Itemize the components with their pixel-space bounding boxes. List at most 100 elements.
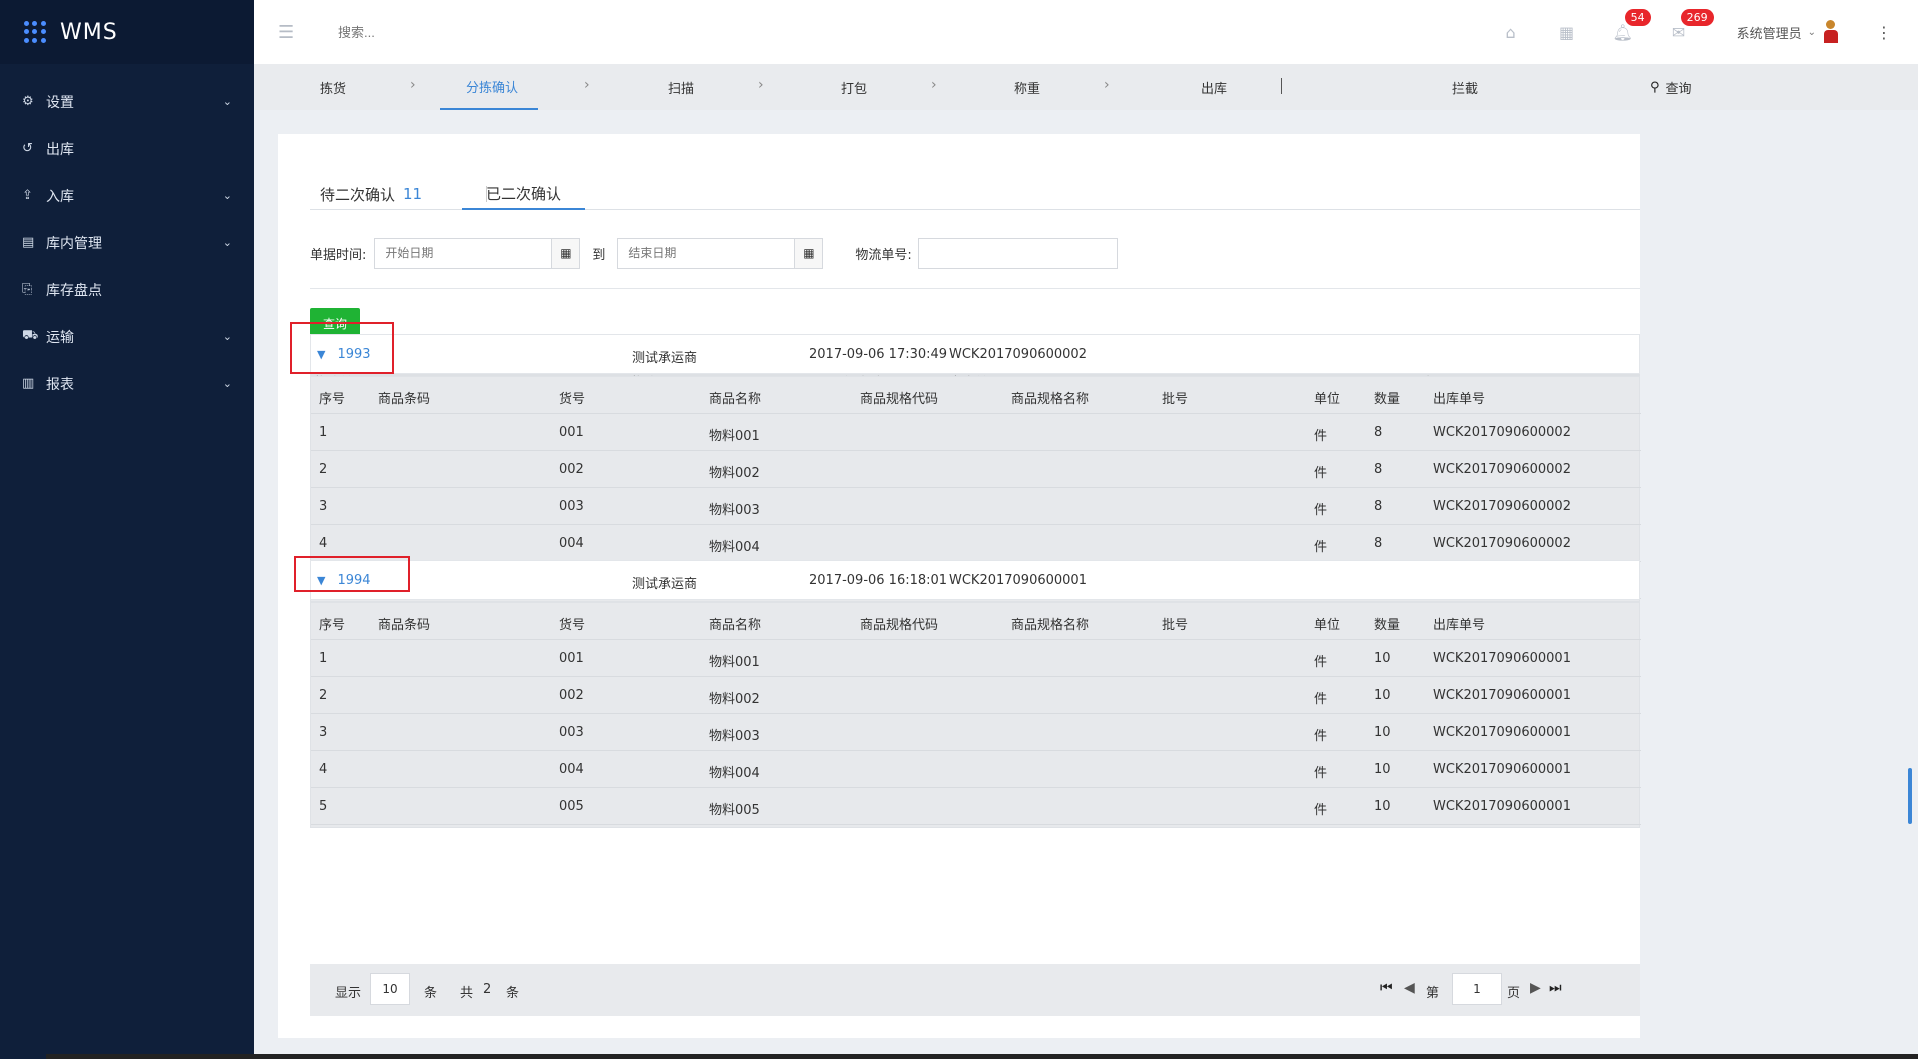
table-row[interactable]: 2 002 物料002 件 10 WCK2017090600001 <box>311 677 1641 714</box>
cell-seq: 4 <box>319 536 328 551</box>
chevron-right-icon: › <box>931 77 937 93</box>
truck-icon: ⛟ <box>22 328 39 343</box>
order-created: 2017-09-06 17:30:49 <box>809 347 948 362</box>
chevron-down-icon: ⌄ <box>222 236 232 249</box>
first-page-icon[interactable]: ⏮ <box>1380 980 1393 996</box>
user-menu[interactable]: 系统管理员 ⌄ <box>1737 20 1840 44</box>
more-vertical-icon[interactable]: ⋮ <box>1876 23 1892 42</box>
page-number-input[interactable]: 1 <box>1452 973 1502 1005</box>
sidebar-item-label: 报表 <box>46 376 74 393</box>
next-page-icon[interactable]: ▶ <box>1530 980 1541 996</box>
cell-sku: 002 <box>559 688 584 703</box>
search-input[interactable] <box>338 24 578 40</box>
sidebar-item-label: 库存盘点 <box>46 282 102 299</box>
bar-chart-icon: ▥ <box>22 376 35 391</box>
tab-bar: 待二次确认 11 已二次确认 <box>310 178 1640 210</box>
table-row[interactable]: 2 002 物料002 件 8 WCK2017090600002 <box>311 451 1641 488</box>
sidebar-item-6[interactable]: ▥ 报表 ⌄ <box>0 360 254 407</box>
chevron-right-icon: › <box>1104 77 1110 93</box>
sidebar-item-0[interactable]: ⚙ 设置 ⌄ <box>0 78 254 125</box>
chevron-down-icon: ⌄ <box>222 95 232 108</box>
items-col-header: 商品规格名称 <box>1011 392 1090 407</box>
home-icon[interactable]: ⌂ <box>1483 23 1539 42</box>
app-logo[interactable]: WMS <box>0 0 254 64</box>
to-label: 到 <box>592 247 606 263</box>
cell-order: WCK2017090600002 <box>1433 536 1571 551</box>
calendar-icon[interactable]: ▦ <box>551 238 580 268</box>
end-date-input[interactable] <box>618 238 795 268</box>
table-row[interactable]: 4 004 物料004 件 10 WCK2017090600001 <box>311 751 1641 788</box>
tab-pending[interactable]: 待二次确认 11 <box>320 178 422 210</box>
user-name: 系统管理员 <box>1736 26 1802 42</box>
page-size-input[interactable]: 10 <box>370 973 410 1005</box>
bell-icon[interactable]: 🔔︎ 54 <box>1595 8 1651 42</box>
chevron-down-icon: ⌄ <box>222 330 232 343</box>
sidebar-item-1[interactable]: ↺ 出库 <box>0 125 254 172</box>
step-query-link[interactable]: ⚲ 查询 <box>1650 78 1692 97</box>
prev-page-icon[interactable]: ◀ <box>1404 980 1415 996</box>
mail-icon[interactable]: ✉ 269 <box>1651 8 1714 42</box>
outbound-icon: ↺ <box>22 141 33 156</box>
table-row[interactable]: 3 003 物料003 件 10 WCK2017090600001 <box>311 714 1641 751</box>
menu-toggle-icon[interactable]: ☰ <box>278 22 298 43</box>
step-pick[interactable]: 拣货 <box>320 64 346 110</box>
warehouse-icon: ▤ <box>22 235 35 250</box>
avatar <box>1822 20 1840 44</box>
step-intercept[interactable]: 拦截 <box>1452 64 1478 110</box>
sidebar-item-3[interactable]: ▤ 库内管理 ⌄ <box>0 219 254 266</box>
sidebar-item-4[interactable]: ⎘ 库存盘点 <box>0 266 254 313</box>
cell-seq: 4 <box>319 762 328 777</box>
chevron-right-icon: › <box>410 77 416 93</box>
cell-order: WCK2017090600001 <box>1433 651 1571 666</box>
step-scan[interactable]: 扫描 <box>668 64 694 110</box>
tracking-input[interactable] <box>917 237 1118 269</box>
top-header: ☰ ⌂ ▦ 🔔︎54 ✉269 系统管理员 ⌄ ⋮ <box>254 0 1918 64</box>
order-row[interactable]: ▼ 1994 测试承运商 2017-09-06 16:18:01 WCK20170906… <box>310 560 1640 600</box>
tab-confirmed[interactable]: 已二次确认 <box>462 178 586 210</box>
step-sort-confirm[interactable]: 分拣确认 <box>440 64 539 110</box>
bottom-bar <box>46 1054 1918 1059</box>
step-outbound[interactable]: 出库 <box>1201 64 1227 110</box>
cell-order: WCK2017090600001 <box>1433 688 1571 703</box>
cell-seq: 3 <box>319 499 328 514</box>
cell-name: 物料002 <box>709 692 760 707</box>
pager-unit-label: 条 <box>424 986 438 1001</box>
step-weigh[interactable]: 称重 <box>1014 64 1040 110</box>
table-row[interactable]: 4 004 物料004 件 8 WCK2017090600002 <box>311 525 1641 562</box>
cell-qty: 8 <box>1374 462 1383 477</box>
cell-sku: 005 <box>559 799 584 814</box>
order-row[interactable]: ▼ 1993 测试承运商 2017-09-06 17:30:49 WCK20170906… <box>310 334 1640 374</box>
items-col-header: 序号 <box>319 618 346 633</box>
cell-qty: 10 <box>1374 762 1391 777</box>
pagination: 显示 10 条 共 2 条 ⏮ ◀ 第 1 页 ▶ ⏭ <box>310 964 1640 1016</box>
tab-confirmed-label: 已二次确认 <box>486 184 562 203</box>
items-col-header: 单位 <box>1314 392 1341 407</box>
notification-badge: 54 <box>1624 8 1651 26</box>
calendar-icon[interactable]: ▦ <box>794 238 823 268</box>
order-no: WCK2017090600002 <box>949 347 1087 362</box>
items-col-header: 批号 <box>1162 618 1189 633</box>
table-row[interactable]: 3 003 物料003 件 8 WCK2017090600002 <box>311 488 1641 525</box>
start-date-input[interactable] <box>375 238 552 268</box>
sidebar-item-5[interactable]: ⛟ 运输 ⌄ <box>0 313 254 360</box>
cell-qty: 8 <box>1374 499 1383 514</box>
tab-pending-label: 待二次确认 <box>320 185 396 204</box>
last-page-icon[interactable]: ⏭ <box>1549 980 1562 996</box>
date-label: 单据时间: <box>310 247 367 263</box>
scrollbar-thumb[interactable] <box>1908 768 1912 824</box>
table-row[interactable]: 1 001 物料001 件 10 WCK2017090600001 <box>311 640 1641 677</box>
chevron-right-icon: › <box>758 77 764 93</box>
table-row[interactable]: 5 005 物料005 件 10 WCK2017090600001 <box>311 788 1641 825</box>
cell-unit: 件 <box>1314 766 1328 781</box>
chevron-down-icon: ⌄ <box>1807 26 1816 38</box>
cell-sku: 004 <box>559 536 584 551</box>
pager-page-prefix: 第 <box>1426 986 1440 1001</box>
sidebar-item-label: 库内管理 <box>46 235 102 252</box>
apps-icon[interactable]: ▦ <box>1539 23 1595 42</box>
order-company: 测试承运商 <box>632 577 698 592</box>
cell-name: 物料002 <box>709 466 760 481</box>
sidebar-item-2[interactable]: ⇪ 入库 ⌄ <box>0 172 254 219</box>
order-created: 2017-09-06 16:18:01 <box>809 573 948 588</box>
step-pack[interactable]: 打包 <box>841 64 867 110</box>
table-row[interactable]: 1 001 物料001 件 8 WCK2017090600002 <box>311 414 1641 451</box>
